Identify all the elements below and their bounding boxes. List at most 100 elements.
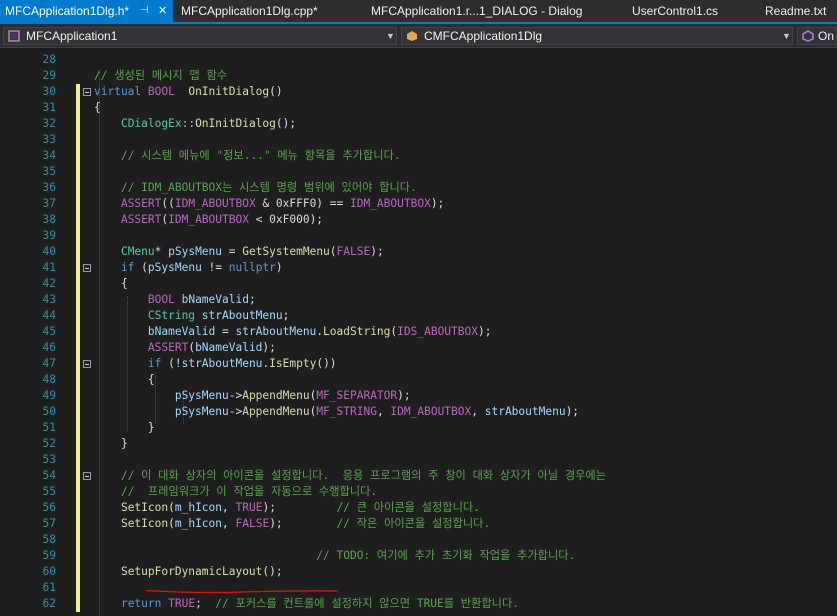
code-token: (: [168, 501, 175, 514]
tab-dialog-resource[interactable]: MFCApplication1.r...1_DIALOG - Dialog: [371, 0, 582, 22]
line-number: 58: [42, 533, 56, 546]
code-line: BOOL bNameValid;: [94, 292, 256, 308]
line-number: 48: [42, 373, 56, 386]
change-indicator: [76, 420, 80, 436]
code-token: IDM_ABOUTBOX: [168, 213, 249, 226]
code-token: (: [168, 517, 175, 530]
line-number: 55: [42, 485, 56, 498]
code-token: IDM_ABOUTBOX: [174, 197, 256, 210]
change-indicator: [76, 324, 80, 340]
line-number: 59: [42, 549, 56, 562]
change-indicator: [76, 308, 80, 324]
code-token: ASSERT: [147, 341, 189, 354]
code-token: MF_STRING: [316, 405, 377, 418]
line-number: 33: [42, 133, 56, 146]
code-token: nullptr: [228, 261, 276, 274]
code-token: OnInitDialog: [188, 85, 270, 98]
code-token: AppendMenu: [242, 405, 310, 418]
tab-mfcapplication1dlg-cpp[interactable]: MFCApplication1Dlg.cpp*: [181, 0, 318, 22]
change-indicator: [76, 596, 80, 612]
code-token: ()): [316, 357, 337, 370]
code-token: ASSERT: [120, 197, 162, 210]
code-token: IDM_ABOUTBOX: [349, 197, 431, 210]
code-line: // 이 대화 상자의 아이콘을 설정합니다. 응용 프로그램의 주 창이 대화…: [94, 468, 606, 484]
pin-icon[interactable]: ⊣: [140, 0, 149, 22]
collapse-icon[interactable]: [83, 88, 91, 96]
change-indicator: [76, 148, 80, 164]
code-token: IDM_ABOUTBOX: [390, 405, 472, 418]
change-indicator: [76, 292, 80, 308]
code-line: ASSERT(bNameValid);: [94, 340, 276, 356]
change-indicator: [76, 196, 80, 212]
line-number: 56: [42, 501, 56, 514]
code-token: SetupForDynamicLayout: [120, 565, 263, 578]
collapse-icon[interactable]: [83, 264, 91, 272]
code-token: IDS_ABOUTBOX: [397, 325, 478, 338]
code-token: ();: [262, 565, 283, 578]
chevron-down-icon: ▼: [782, 31, 791, 41]
collapse-icon[interactable]: [83, 360, 91, 368]
code-line: bNameValid = strAboutMenu.LoadString(IDS…: [94, 324, 492, 340]
collapse-icon[interactable]: [83, 472, 91, 480]
code-line: }: [94, 420, 155, 436]
class-dropdown[interactable]: CMFCApplication1Dlg ▼: [401, 27, 793, 45]
code-line: SetIcon(m_hIcon, TRUE); // 큰 아이콘을 설정합니다.: [94, 500, 480, 516]
code-token: ;: [248, 293, 256, 306]
code-token: ();: [275, 117, 297, 130]
code-token: {: [94, 373, 155, 386]
line-number: 60: [42, 565, 56, 578]
code-token: // 시스템 메뉴에 "정보..." 메뉴 항목을 추가합니다.: [120, 149, 401, 162]
line-number: 39: [42, 229, 56, 242]
code-token: bNameValid: [181, 293, 249, 306]
code-line: CDialogEx::OnInitDialog();: [94, 116, 296, 132]
code-token: bNameValid: [195, 341, 263, 354]
change-indicator: [76, 100, 80, 116]
line-number: 34: [42, 149, 56, 162]
code-token: ;: [195, 597, 216, 610]
code-token: strAboutMenu: [201, 309, 283, 322]
line-number: 42: [42, 277, 56, 290]
code-token: GetSystemMenu: [242, 245, 330, 258]
tab-readme-txt[interactable]: Readme.txt: [765, 0, 826, 22]
close-icon[interactable]: ✕: [158, 0, 167, 22]
tab-usercontrol1-cs[interactable]: UserControl1.cs: [632, 0, 718, 22]
line-number: 43: [42, 293, 56, 306]
change-indicator: [76, 164, 80, 180]
code-token: =: [222, 245, 243, 258]
code-token: SetIcon: [120, 517, 169, 530]
code-token: pSysMenu: [168, 245, 223, 258]
code-token: CDialogEx: [120, 117, 182, 130]
code-token: ;: [282, 309, 290, 322]
code-token: // 이 대화 상자의 아이콘을 설정합니다. 응용 프로그램의 주 창이 대화…: [120, 469, 606, 482]
code-token: }: [94, 437, 128, 450]
project-dropdown[interactable]: MFCApplication1 ▼: [3, 27, 397, 45]
line-number: 53: [42, 453, 56, 466]
tab-mfcapplication1dlg-h[interactable]: MFCApplication1Dlg.h* ⊣ ✕: [0, 0, 173, 22]
change-indicator: [76, 260, 80, 276]
code-token: pSysMenu: [147, 261, 202, 274]
code-token: pSysMenu: [174, 389, 229, 402]
member-name: On: [818, 29, 835, 43]
code-token: {: [94, 101, 101, 114]
change-indicator: [76, 452, 80, 468]
code-editor[interactable]: 28 29 // 생성된 메시지 맵 함수 30 virtual BOOL OnInit…: [0, 48, 837, 616]
line-number: 54: [42, 469, 56, 482]
line-number: 41: [42, 261, 56, 274]
member-dropdown[interactable]: On: [797, 27, 837, 45]
line-number: 40: [42, 245, 56, 258]
